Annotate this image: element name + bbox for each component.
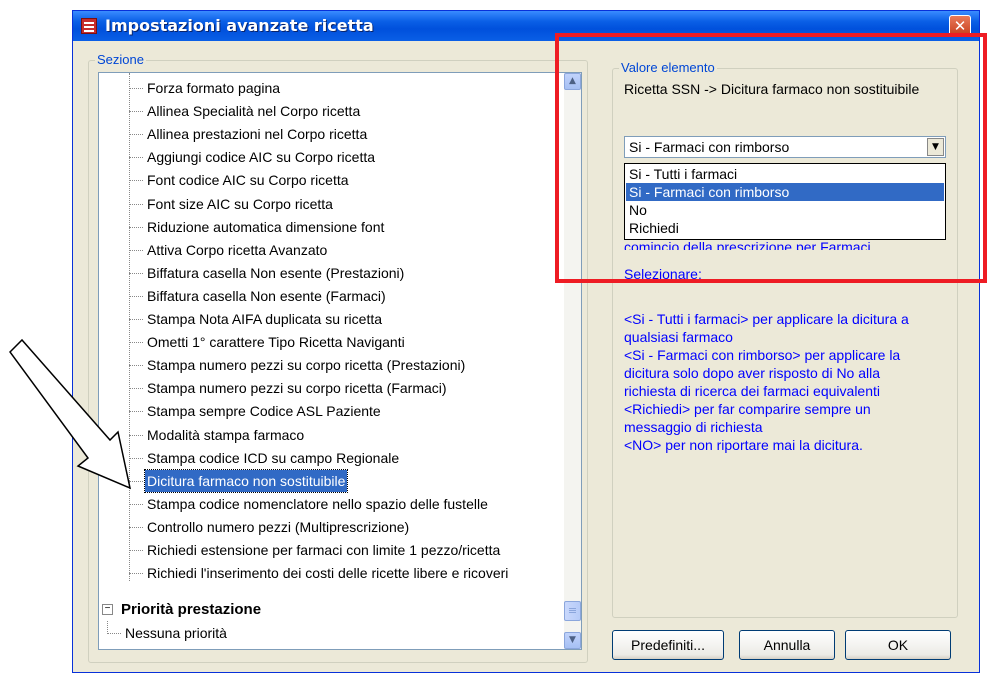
help-line: qualsiasi farmaco [624,329,733,345]
tree-connector [107,633,121,634]
tree-connector-line [129,73,130,581]
tree-item-label: Stampa codice ICD su campo Regionale [147,449,400,466]
scroll-down-icon[interactable]: ▼ [564,632,581,649]
tree-connector [129,111,143,113]
defaults-button[interactable]: Predefiniti... [612,630,724,660]
tree-connector [129,319,143,320]
prescription-icon [81,18,97,34]
tree-item-label: Ometti 1° carattere Tipo Ricetta Navigan… [147,334,405,351]
tree-item-label: Forza formato pagina [147,80,281,96]
help-line: <NO> per non riportare mai la dicitura. [624,437,863,453]
help-line: messaggio di richiesta [624,419,763,435]
tree-item-label: Controllo numero pezzi (Multiprescrizion… [147,518,410,535]
help-line: <Si - Tutti i farmaci> per applicare la … [624,311,909,327]
scrollbar-thumb[interactable] [564,601,581,621]
help-line: <Si - Farmaci con rimborso> per applicar… [624,347,901,363]
tree-item-label: Font size AIC su Corpo ricetta [147,195,333,212]
tree-connector [129,503,143,505]
tree-item-label: Attiva Corpo ricetta Avanzato [147,241,328,258]
tree-item-label: Allinea Specialità nel Corpo ricetta [147,103,361,120]
tree-item-label: Dicitura farmaco non sostituibile [143,468,349,493]
help-text: <Si - Tutti i farmaci> per applicare la … [624,310,954,454]
tree-connector [129,295,143,297]
tree-item-label: Stampa numero pezzi su corpo ricetta (Fa… [147,380,447,397]
tree-connector [129,249,143,251]
tree-item-label: Riduzione automatica dimensione font [147,218,385,235]
cancel-button[interactable]: Annulla [739,630,835,660]
tree-connector [129,526,143,528]
annotation-arrow-icon [9,338,132,490]
section-group-label: Sezione [95,52,146,67]
tree-connector-line [107,621,108,632]
tree-item-label: Biffatura casella Non esente (Prestazion… [147,264,405,281]
tree-item-label: Stampa numero pezzi su corpo ricetta (Pr… [147,357,466,374]
tree-connector [129,226,143,228]
tree-connector [129,157,143,159]
tree-item-label: Font codice AIC su Corpo ricetta [147,172,349,189]
window-title: Impostazioni avanzate ricetta [105,16,374,35]
tree-connector [129,550,143,551]
section-tree[interactable]: − Priorità prestazione Nessuna priorità … [98,72,582,650]
tree-item-label: Stampa sempre Codice ASL Paziente [147,403,381,420]
tree-item-label: Richiedi estensione per farmaci con limi… [147,542,501,558]
tree-connector [129,88,143,89]
tree-item-label: Nessuna priorità [125,625,227,641]
tree-item-label: Modalità stampa farmaco [147,426,305,443]
tree-items: − Priorità prestazione Nessuna priorità … [99,73,564,649]
tree-connector [129,573,143,575]
tree-item-label: Biffatura casella Non esente (Farmaci) [147,287,386,304]
help-line: dicitura solo dopo aver risposto di No a… [624,365,881,381]
ok-button[interactable]: OK [845,630,951,660]
tree-item-label: Stampa codice nomenclatore nello spazio … [147,495,488,512]
tree-item-label: Aggiungi codice AIC su Corpo ricetta [147,149,376,166]
tree-connector [129,203,143,205]
tree-connector [129,180,143,182]
tree-connector [129,134,143,136]
tree-node-label: Priorità prestazione [121,601,262,618]
help-line: <Richiedi> per far comparire sempre un [624,401,871,417]
tree-item-label: Richiedi l'inserimento dei costi delle r… [147,565,509,582]
highlight-box [555,33,987,283]
tree-item-label: Stampa Nota AIFA duplicata su ricetta [147,311,383,327]
help-line: richiesta di ricerca dei farmaci equival… [624,383,880,399]
tree-connector [129,272,143,274]
collapse-icon[interactable]: − [102,604,113,615]
tree-item-label: Allinea prestazioni nel Corpo ricetta [147,126,368,143]
